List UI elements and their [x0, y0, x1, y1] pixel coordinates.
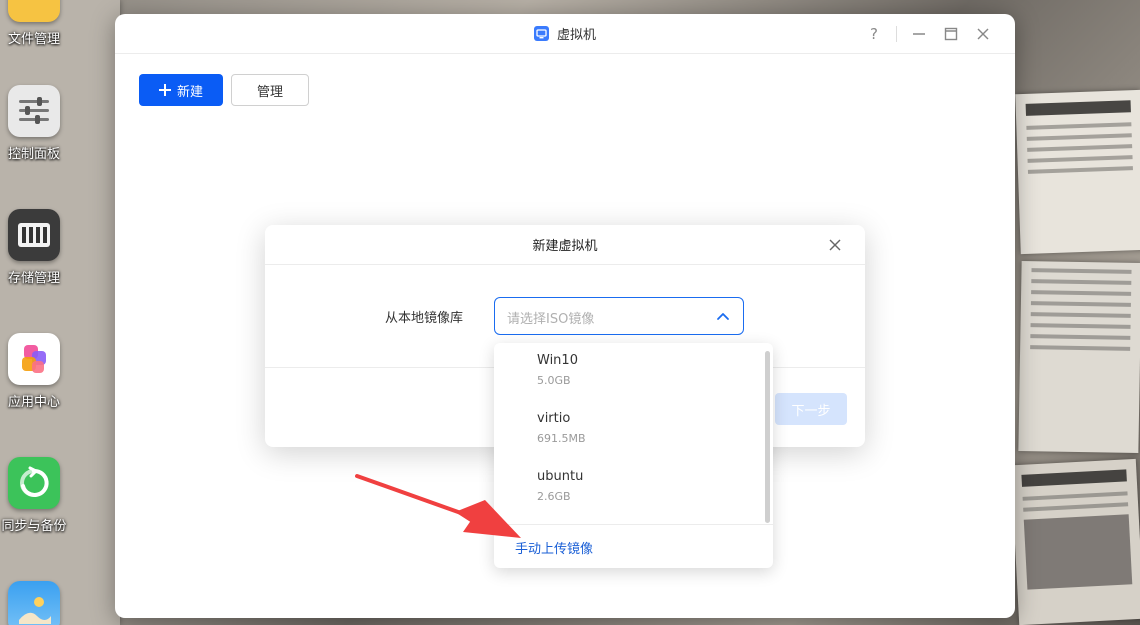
window-title: 虚拟机 — [556, 28, 596, 43]
sliders-icon — [8, 85, 60, 137]
iso-image-dropdown: Win10 5.0GB virtio 691.5MB ubuntu 2.6GB … — [494, 343, 773, 568]
desktop-icon-label: 控制面板 — [7, 147, 60, 162]
maximize-button[interactable] — [935, 14, 967, 54]
dropdown-scrollbar[interactable] — [765, 351, 770, 523]
window-titlebar[interactable]: 虚拟机 ? — [115, 14, 1015, 54]
iso-size: 691.5MB — [537, 432, 586, 445]
desktop-icon-label: 同步与备份 — [1, 519, 67, 534]
desktop-icon-app-center[interactable]: 应用中心 — [0, 333, 68, 410]
iso-name: ubuntu — [537, 469, 584, 484]
iso-size: 5.0GB — [537, 374, 571, 387]
desktop-icon-label: 存储管理 — [7, 271, 60, 286]
desktop-icon-sync-backup[interactable]: 同步与备份 — [0, 457, 68, 534]
plus-icon — [158, 84, 171, 96]
next-step-button[interactable]: 下一步 — [775, 393, 847, 425]
desktop-icon-label: 文件管理 — [7, 32, 60, 47]
list-item[interactable]: virtio 691.5MB — [537, 411, 737, 445]
desktop-icon-photos[interactable] — [0, 581, 68, 625]
iso-image-list[interactable]: Win10 5.0GB virtio 691.5MB ubuntu 2.6GB — [494, 343, 773, 523]
dropdown-footer: 手动上传镜像 — [494, 524, 773, 568]
help-icon[interactable]: ? — [858, 14, 890, 54]
iso-source-row: 从本地镜像库 请选择ISO镜像 — [265, 297, 865, 335]
photos-icon — [8, 581, 60, 625]
desktop-icon-storage[interactable]: 存储管理 — [0, 209, 68, 286]
close-button[interactable] — [967, 14, 999, 54]
desktop-icon-column: 文件管理 控制面板 存储管理 应用中心 同步与备份 — [0, 0, 70, 625]
folder-icon — [8, 0, 60, 22]
new-vm-button-label: 新建 — [176, 83, 203, 99]
manage-button[interactable]: 管理 — [231, 74, 309, 106]
iso-name: Win10 — [537, 353, 578, 368]
iso-size: 2.6GB — [537, 490, 571, 503]
titlebar-divider — [896, 26, 897, 42]
iso-image-select[interactable]: 请选择ISO镜像 — [494, 297, 744, 335]
manual-upload-link[interactable]: 手动上传镜像 — [515, 538, 593, 557]
sync-icon — [8, 457, 60, 509]
desktop-icon-label: 应用中心 — [7, 395, 60, 410]
vm-app-icon — [533, 26, 549, 41]
list-item[interactable]: Win10 5.0GB — [537, 353, 737, 387]
desktop-icon-file-manager[interactable]: 文件管理 — [0, 0, 68, 47]
dialog-title: 新建虚拟机 — [532, 239, 598, 254]
list-item[interactable]: ubuntu 2.6GB — [537, 469, 737, 503]
storage-icon — [8, 209, 60, 261]
dialog-close-icon[interactable] — [825, 235, 845, 255]
iso-image-select-placeholder: 请选择ISO镜像 — [507, 312, 595, 327]
iso-source-label: 从本地镜像库 — [385, 311, 464, 326]
apps-icon — [8, 333, 60, 385]
minimize-button[interactable] — [903, 14, 935, 54]
desktop-icon-control-panel[interactable]: 控制面板 — [0, 85, 68, 162]
vm-toolbar: 新建 管理 — [139, 74, 309, 106]
chevron-up-icon — [715, 306, 731, 326]
dialog-header: 新建虚拟机 — [265, 225, 865, 265]
iso-name: virtio — [537, 411, 571, 426]
new-vm-button[interactable]: 新建 — [139, 74, 223, 106]
